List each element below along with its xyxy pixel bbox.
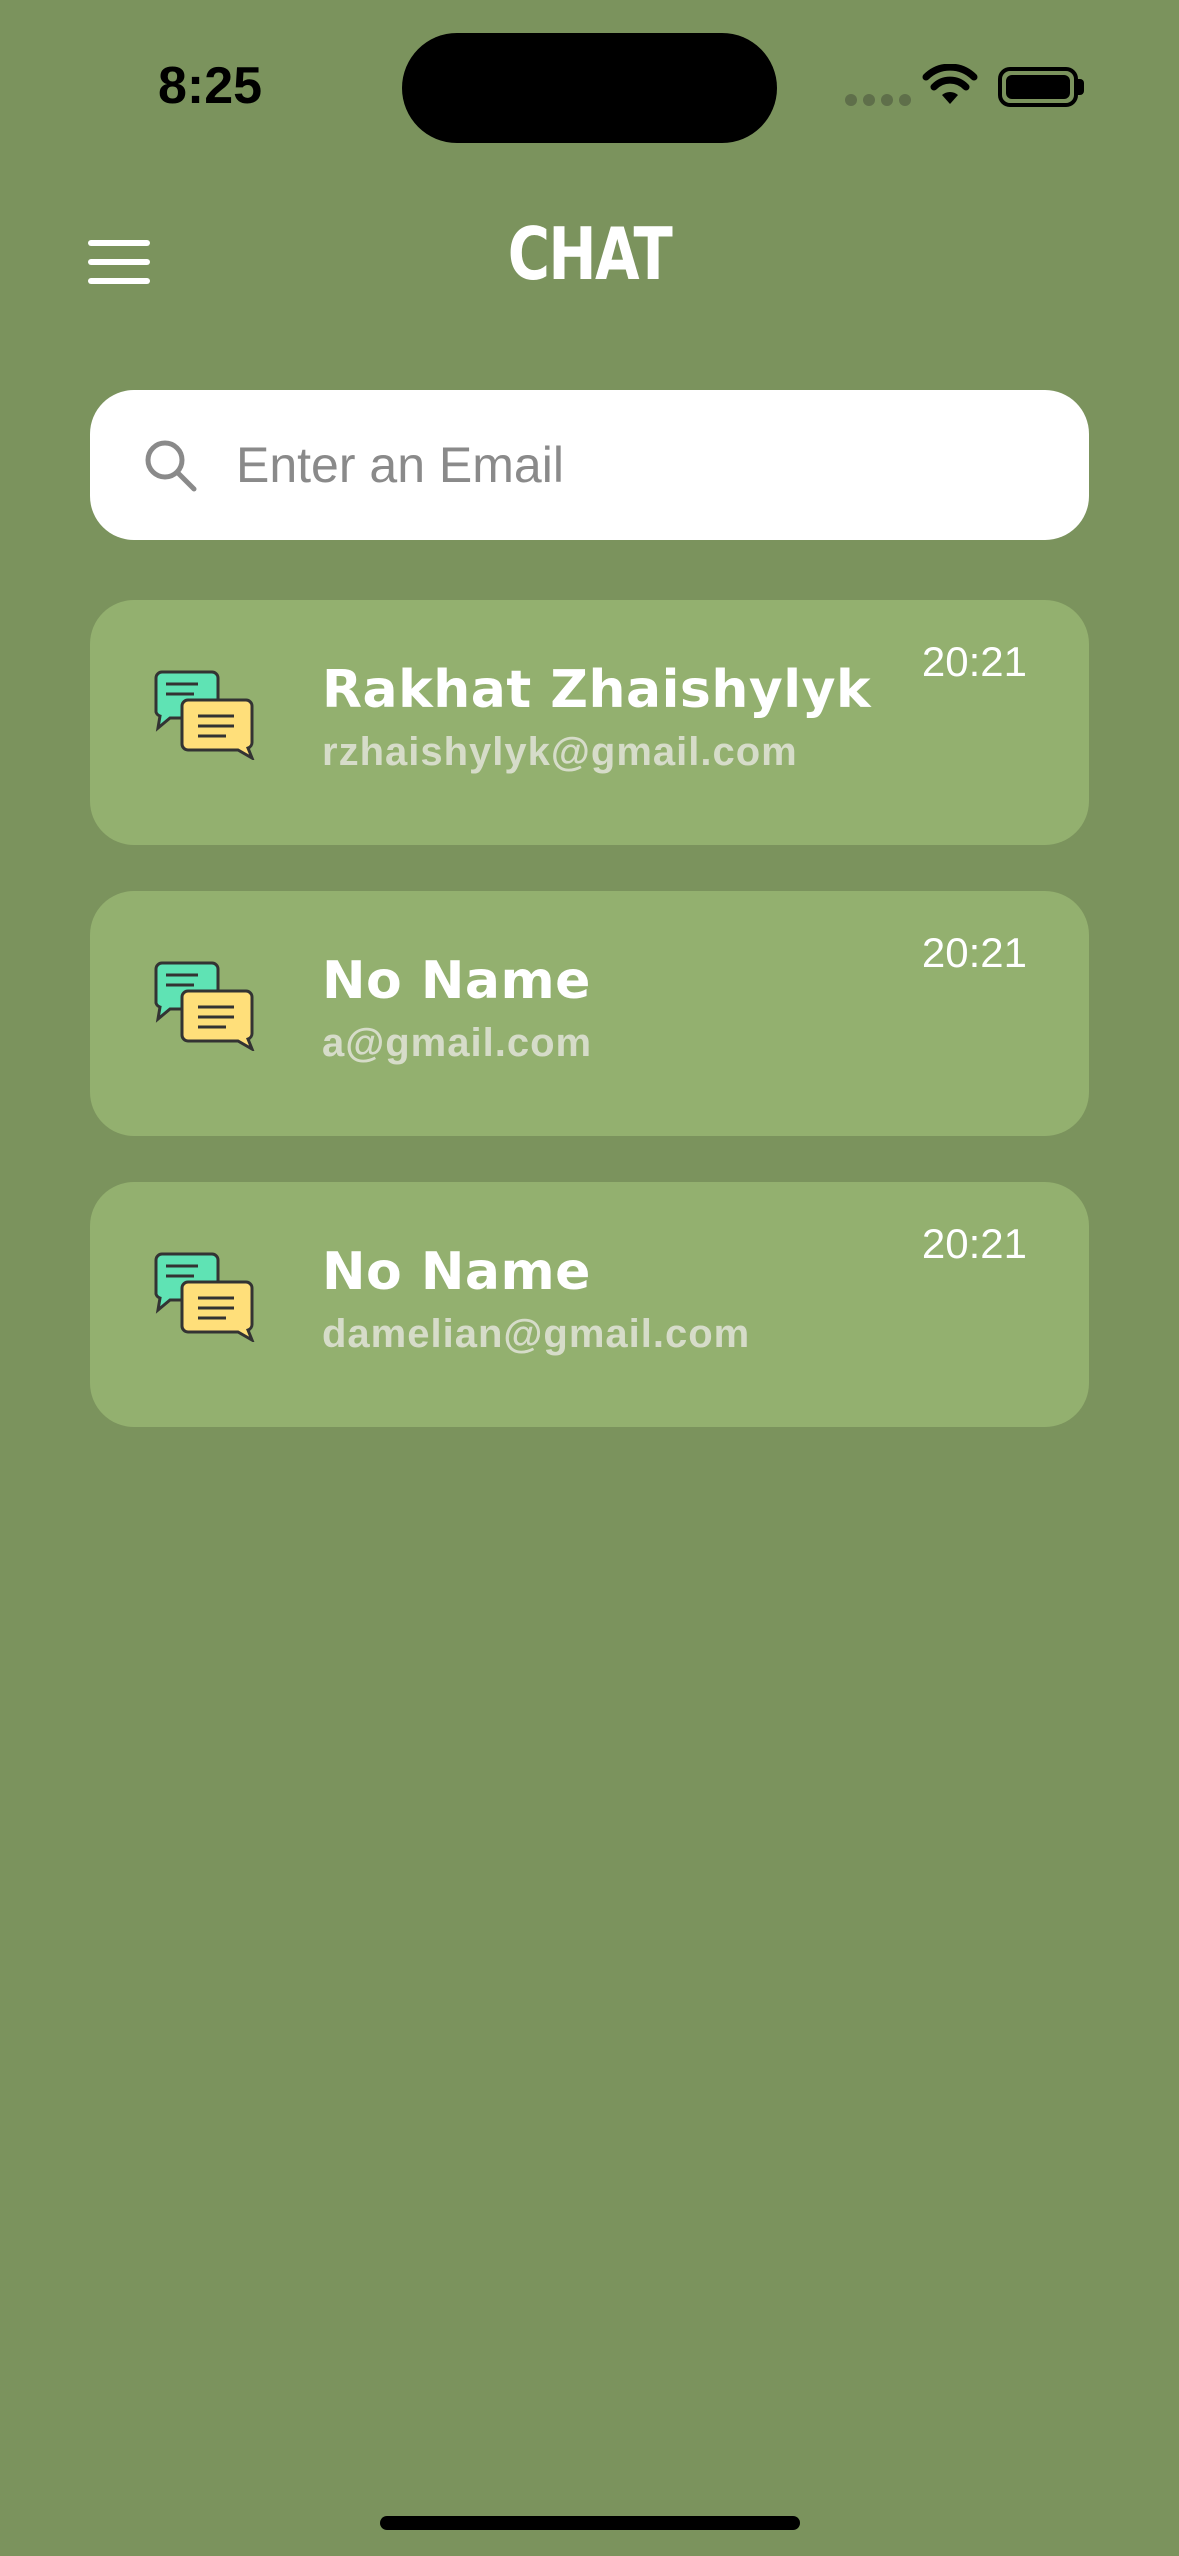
status-time: 8:25 <box>158 57 263 115</box>
chat-bubbles-icon <box>154 961 255 1051</box>
chat-email: a@gmail.com <box>322 1021 593 1065</box>
chat-email: damelian@gmail.com <box>322 1312 751 1356</box>
battery-icon <box>998 67 1078 107</box>
search-icon <box>145 440 197 492</box>
chat-time: 20:21 <box>921 929 1027 976</box>
cellular-signal-icon <box>845 94 911 106</box>
search-bar[interactable] <box>90 390 1089 540</box>
chat-time: 20:21 <box>921 638 1027 685</box>
chat-list-item[interactable]: No Name damelian@gmail.com 20:21 <box>90 1182 1089 1427</box>
chat-name: No Name <box>322 1242 591 1302</box>
chat-email: rzhaishylyk@gmail.com <box>322 730 798 774</box>
chat-list-item[interactable]: Rakhat Zhaishylyk rzhaishylyk@gmail.com … <box>90 600 1089 845</box>
dynamic-island <box>402 33 777 143</box>
chat-name: Rakhat Zhaishylyk <box>322 660 872 720</box>
wifi-icon <box>922 64 978 104</box>
page-title: CHAT <box>507 212 673 296</box>
battery-tip <box>1078 79 1084 95</box>
search-input[interactable] <box>236 436 1016 494</box>
chat-bubbles-icon <box>154 1252 255 1342</box>
chat-bubbles-icon <box>154 670 255 760</box>
chat-time: 20:21 <box>921 1220 1027 1267</box>
chat-name: No Name <box>322 951 591 1011</box>
chat-list-item[interactable]: No Name a@gmail.com 20:21 <box>90 891 1089 1136</box>
home-indicator[interactable] <box>380 2516 800 2530</box>
chat-list: Rakhat Zhaishylyk rzhaishylyk@gmail.com … <box>90 600 1089 1473</box>
